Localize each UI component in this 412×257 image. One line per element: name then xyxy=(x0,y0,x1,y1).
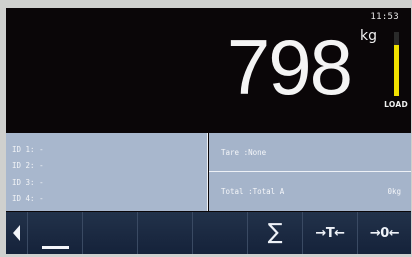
tare-text: Tare :None xyxy=(221,148,267,157)
zero-button[interactable]: →0← xyxy=(358,212,411,254)
tare-button[interactable]: →T← xyxy=(303,212,358,254)
display-screen: 11:53 798 kg LOAD ID 1: - ID 2: - ID 3: … xyxy=(6,8,411,254)
tare-row: Tare :None xyxy=(209,133,411,172)
weight-unit: kg xyxy=(360,28,377,44)
load-bar-fill xyxy=(394,44,399,96)
terminal-bezel: 11:53 798 kg LOAD ID 1: - ID 2: - ID 3: … xyxy=(0,0,412,257)
load-label: LOAD xyxy=(384,100,408,109)
id-line: ID 4: - xyxy=(12,194,44,203)
zero-icon: →0← xyxy=(369,225,400,241)
back-button[interactable] xyxy=(6,212,28,254)
total-label: Total :Total A xyxy=(221,187,285,196)
total-row: Total :Total A 0kg xyxy=(209,172,411,211)
softkey-1[interactable] xyxy=(28,212,83,254)
softkey-2[interactable] xyxy=(83,212,138,254)
tab-indicator-icon xyxy=(42,246,69,249)
weight-display: 11:53 798 kg LOAD xyxy=(6,8,411,132)
weight-value: 798 xyxy=(226,23,353,111)
total-value: 0kg xyxy=(387,187,401,196)
totals-panel: Tare :None Total :Total A 0kg xyxy=(209,133,411,211)
clock: 11:53 xyxy=(370,12,399,22)
tare-icon: →T← xyxy=(315,225,345,241)
softkey-3[interactable] xyxy=(138,212,193,254)
sigma-icon: ∑ xyxy=(267,220,283,245)
softkey-4[interactable] xyxy=(193,212,248,254)
load-bar xyxy=(394,32,399,96)
id-line: ID 3: - xyxy=(12,178,44,187)
id-line: ID 2: - xyxy=(12,161,44,170)
softkey-bar: ∑ →T← →0← xyxy=(6,212,411,254)
id-line: ID 1: - xyxy=(12,145,44,154)
sum-button[interactable]: ∑ xyxy=(248,212,303,254)
id-panel: ID 1: - ID 2: - ID 3: - ID 4: - xyxy=(6,133,208,211)
left-arrow-icon xyxy=(13,225,20,241)
